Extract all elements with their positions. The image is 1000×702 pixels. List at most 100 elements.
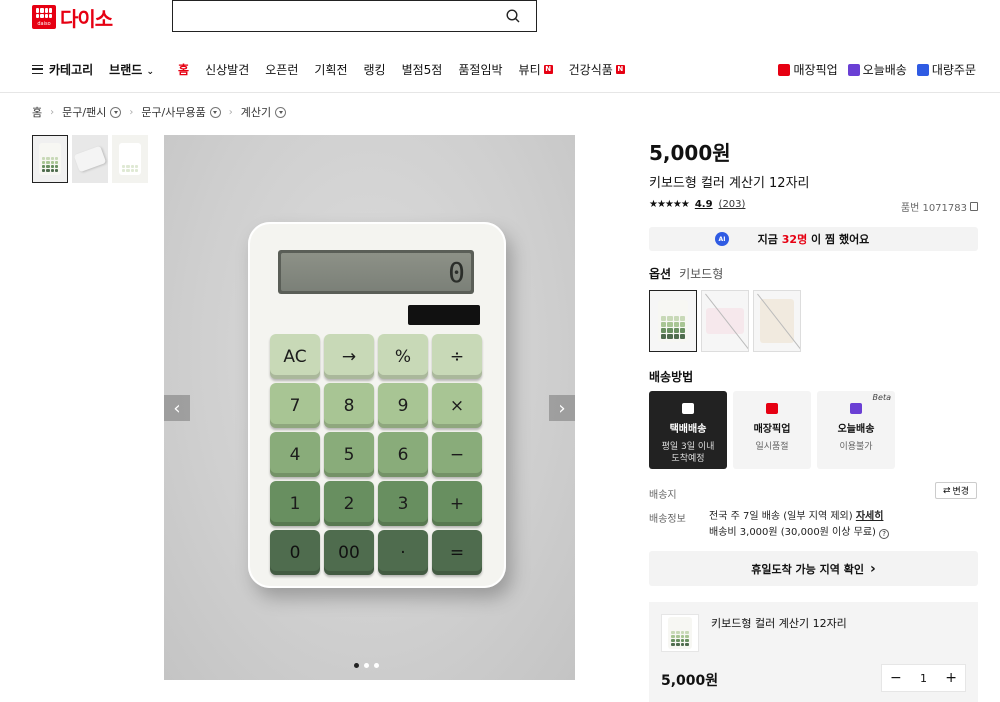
calculator-key: · <box>378 530 428 575</box>
truck-icon <box>682 403 694 414</box>
nav-brand[interactable]: 브랜드 ⌄ <box>109 61 154 78</box>
calculator-key: + <box>432 481 482 526</box>
next-image-button[interactable]: › <box>549 395 575 421</box>
nav-item[interactable]: 뷰티 N <box>519 61 553 78</box>
breadcrumb-item[interactable]: 문구/팬시 <box>62 104 122 120</box>
calculator-image: 0 AC →% ÷ 7 8 9 × 4 5 6−1 2 3 +0 00 · = <box>248 222 506 588</box>
chevron-right-icon: › <box>869 560 876 577</box>
pickup-icon <box>766 403 778 414</box>
calculator-key: 00 <box>324 530 374 575</box>
search-icon[interactable] <box>506 9 520 23</box>
nav-category[interactable]: 카테고리 <box>49 61 93 78</box>
breadcrumb-separator: › <box>50 106 55 118</box>
prev-image-button[interactable]: ‹ <box>164 395 190 421</box>
option-beige[interactable] <box>753 290 801 352</box>
decrease-button[interactable]: − <box>890 670 902 686</box>
breadcrumb-home[interactable]: 홈 <box>32 104 42 120</box>
swap-icon: ⇄ <box>942 485 951 496</box>
chevron-down-icon: ⌄ <box>146 66 155 77</box>
change-address-button[interactable]: ⇄ 변경 <box>935 482 977 499</box>
calculator-key: 4 <box>270 432 320 477</box>
nav-item[interactable]: 건강식품 N <box>569 61 625 78</box>
shipping-title: 배송방법 <box>649 370 694 384</box>
slide-dot[interactable] <box>364 663 369 668</box>
summary-thumbnail <box>661 614 699 652</box>
calculator-key: × <box>432 383 482 428</box>
star-rating-icon: ★★★★★ <box>649 199 690 210</box>
nav-item[interactable]: 신상발견 <box>205 61 249 78</box>
product-main-image: 0 AC →% ÷ 7 8 9 × 4 5 6−1 2 3 +0 00 · = <box>164 135 575 680</box>
calculator-key: 7 <box>270 383 320 428</box>
new-badge: N <box>615 64 625 74</box>
copy-icon[interactable] <box>970 202 978 211</box>
shipping-info: 전국 주 7일 배송 (일부 지역 제외) 자세히 배송비 3,000원 (30… <box>709 509 890 541</box>
thumbnail-list <box>32 135 148 183</box>
option-list <box>649 290 801 352</box>
nav-service-link[interactable]: 오늘배송 <box>847 61 907 78</box>
logo-text: 다이소 <box>60 6 113 31</box>
menu-icon[interactable] <box>32 64 43 74</box>
chevron-down-icon <box>209 106 221 118</box>
option-pink[interactable] <box>701 290 749 352</box>
details-link[interactable]: 자세히 <box>856 511 884 522</box>
chevron-down-icon <box>110 106 122 118</box>
shipping-methods: 택배배송 평일 3일 이내 도착예정 매장픽업 일시품절 Beta 오늘배송 이용… <box>649 391 895 469</box>
wish-banner: AI 지금 32명 이 찜 했어요 <box>649 227 978 251</box>
service-icon <box>916 63 929 76</box>
calculator-key: 8 <box>324 383 374 428</box>
calculator-key: 0 <box>270 530 320 575</box>
slide-dot[interactable] <box>374 663 379 668</box>
review-count[interactable]: (203) <box>719 199 746 210</box>
ai-icon: AI <box>715 232 729 246</box>
header-divider <box>0 92 1000 93</box>
nav-item[interactable]: 홈 <box>178 61 189 78</box>
nav-item[interactable]: 오픈런 <box>265 61 298 78</box>
solar-panel <box>408 305 480 325</box>
logo-icon: daiso <box>32 5 56 29</box>
increase-button[interactable]: + <box>945 670 957 686</box>
chevron-down-icon <box>275 106 287 118</box>
slide-dot[interactable] <box>354 663 359 668</box>
shipping-option-pickup[interactable]: 매장픽업 일시품절 <box>733 391 811 469</box>
search-bar <box>172 0 537 32</box>
shipping-option-parcel[interactable]: 택배배송 평일 3일 이내 도착예정 <box>649 391 727 469</box>
nav-item[interactable]: 별점5점 <box>402 61 443 78</box>
rating-score[interactable]: 4.9 <box>695 199 713 210</box>
thumbnail[interactable] <box>112 135 148 183</box>
service-icon <box>847 63 860 76</box>
slide-indicator <box>354 663 379 668</box>
option-label: 옵션 키보드형 <box>649 267 724 281</box>
daiso-logo[interactable]: daiso 다이소 <box>32 5 113 31</box>
nav-service-link[interactable]: 매장픽업 <box>778 61 838 78</box>
today-delivery-icon <box>850 403 862 414</box>
summary-price: 5,000원 <box>661 673 719 689</box>
thumbnail[interactable] <box>32 135 68 183</box>
quantity-value[interactable]: 1 <box>920 672 927 685</box>
holiday-delivery-button[interactable]: 휴일도착 가능 지역 확인 › <box>649 551 978 586</box>
service-icon <box>778 63 791 76</box>
nav-item[interactable]: 랭킹 <box>364 61 386 78</box>
calculator-key: 9 <box>378 383 428 428</box>
shipping-info-label: 배송정보 <box>649 514 686 525</box>
new-badge: N <box>543 64 553 74</box>
calculator-key: − <box>432 432 482 477</box>
shipping-option-today[interactable]: Beta 오늘배송 이용불가 <box>817 391 895 469</box>
nav-item[interactable]: 기획전 <box>314 61 347 78</box>
nav-service-link[interactable]: 대량주문 <box>916 61 976 78</box>
quantity-stepper: − 1 + <box>881 664 966 692</box>
breadcrumb-item[interactable]: 문구/사무용품 <box>141 104 221 120</box>
calculator-key: 5 <box>324 432 374 477</box>
main-nav: 카테고리 브랜드 ⌄ 홈 신상발견 오픈런 기획전 랭킹 별점5점 품절임박 뷰티 N 건강식품 N… <box>0 58 1000 80</box>
product-number: 품번 1071783 <box>901 199 978 214</box>
calculator-key: = <box>432 530 482 575</box>
search-input[interactable] <box>173 1 493 31</box>
nav-item[interactable]: 품절임박 <box>458 61 502 78</box>
calculator-key: ÷ <box>432 334 482 379</box>
thumbnail[interactable] <box>72 135 108 183</box>
beta-badge: Beta <box>872 393 891 402</box>
calculator-key: 1 <box>270 481 320 526</box>
help-icon[interactable]: ? <box>879 529 890 539</box>
breadcrumb-item[interactable]: 계산기 <box>241 104 287 120</box>
calculator-key: AC <box>270 334 320 379</box>
option-keyboard[interactable] <box>649 290 697 352</box>
